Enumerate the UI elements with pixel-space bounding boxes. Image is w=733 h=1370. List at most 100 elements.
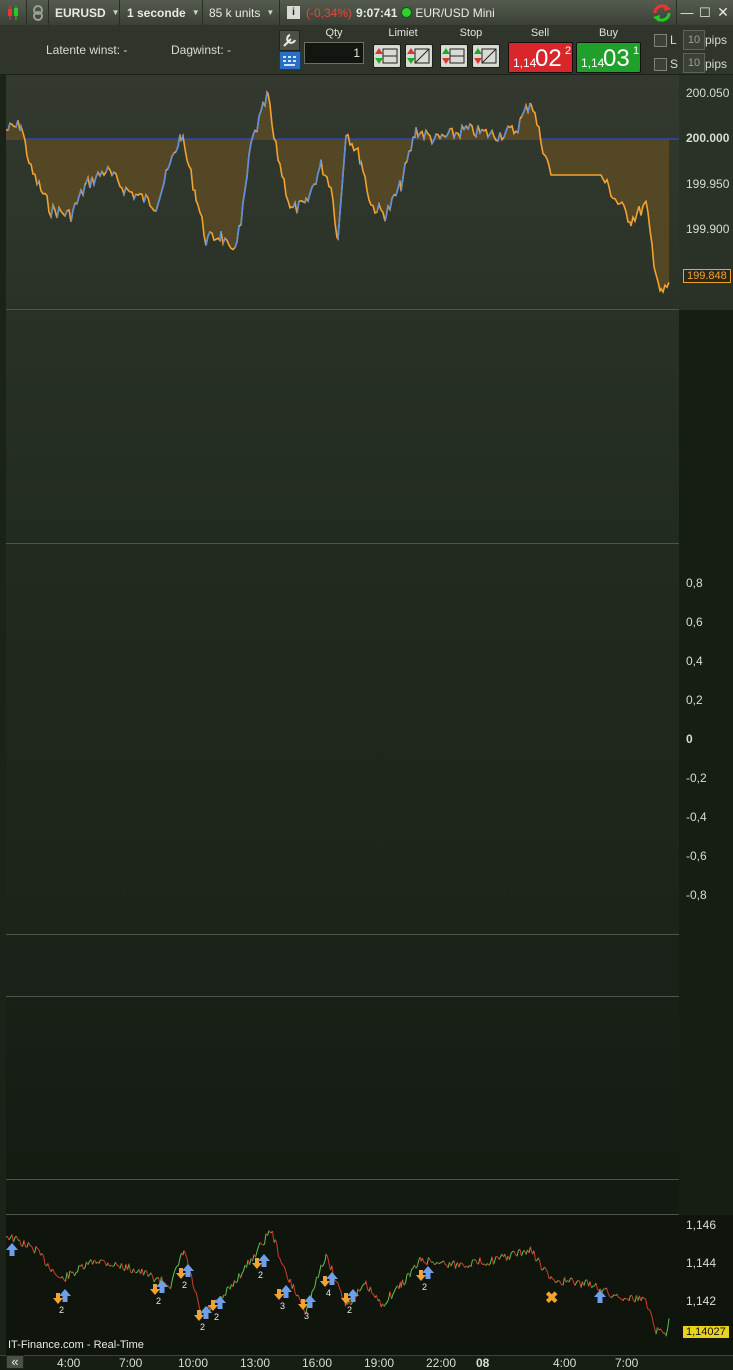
sell-label: Sell xyxy=(530,27,550,39)
close-icon: ✕ xyxy=(717,4,729,20)
refresh-button[interactable] xyxy=(647,0,677,25)
price-line-down xyxy=(7,1230,667,1337)
buy-button[interactable]: 1,14 03 1 xyxy=(576,42,641,73)
signal-count: 2 xyxy=(59,1305,64,1315)
limit-label: Limiet xyxy=(388,27,418,39)
sell-price-fraction: 2 xyxy=(565,45,572,57)
limit-buy-button[interactable] xyxy=(373,44,401,68)
x-tick: 7:00 xyxy=(119,1356,143,1370)
long-pips-input[interactable]: 10 xyxy=(683,30,705,50)
indicator-pane-1-plot xyxy=(6,90,679,294)
signal-count: 2 xyxy=(422,1282,427,1292)
chevron-down-icon: ▼ xyxy=(111,8,120,17)
long-label: L xyxy=(670,33,677,47)
limit-order-icon xyxy=(375,48,398,64)
indicator-pane-6-axis[interactable] xyxy=(679,1180,733,1215)
buy-price-fraction: 1 xyxy=(633,45,640,57)
close-button[interactable]: ✕ xyxy=(714,0,732,25)
info-icon[interactable]: i xyxy=(287,6,300,19)
x-tick: 19:00 xyxy=(364,1356,395,1370)
signal-count: 2 xyxy=(156,1296,161,1306)
price-ytick: 1,142 xyxy=(686,1294,717,1308)
qty-input[interactable] xyxy=(304,42,364,64)
instrument-info: i (-0,34%) 9:07:41 EUR/USD Mini xyxy=(280,0,647,25)
symbol-label: EURUSD xyxy=(55,5,106,20)
signal-count: 2 xyxy=(347,1305,352,1315)
top-toolbar: EURUSD ▼ 1 seconde ▼ 85 k units ▼ i (-0,34%… xyxy=(0,0,733,26)
units-selector[interactable]: 85 k units ▼ xyxy=(203,0,280,25)
instrument-name: EUR/USD Mini xyxy=(415,5,495,20)
close-signal-icon: ✖ xyxy=(545,1290,558,1307)
price-pane-plot: 22222233422✖ xyxy=(6,1230,670,1337)
stop-order-icon xyxy=(474,48,497,64)
sell-price-prefix: 1,14 xyxy=(513,56,537,70)
pane3-ytick: 0,2 xyxy=(686,693,703,707)
price-last-value: 1,14027 xyxy=(683,1326,729,1338)
pane3-ytick: -0,4 xyxy=(686,810,707,824)
stop-sell-button[interactable] xyxy=(472,44,500,68)
x-tick: 10:00 xyxy=(178,1356,209,1370)
limit-sell-button[interactable] xyxy=(405,44,433,68)
sell-price-pips: 02 xyxy=(535,45,562,72)
buy-signal-arrow-icon xyxy=(6,1243,18,1256)
pane1-ytick: 200.050 xyxy=(686,86,730,100)
deviation-area xyxy=(6,92,669,292)
indicator-pane-4-axis[interactable] xyxy=(679,935,733,997)
signal-count: 3 xyxy=(304,1311,309,1321)
x-tick: 4:00 xyxy=(57,1356,81,1370)
keypad-button[interactable] xyxy=(279,51,301,70)
sell-button[interactable]: 1,14 02 2 xyxy=(508,42,573,73)
indicator-pane-2-axis[interactable] xyxy=(679,310,733,544)
indicator-pane-5-axis[interactable] xyxy=(679,997,733,1180)
x-tick: 4:00 xyxy=(553,1356,577,1370)
chart-type-button[interactable] xyxy=(0,0,27,25)
stop-order-icon xyxy=(442,48,465,64)
short-checkbox[interactable] xyxy=(654,58,667,71)
signal-count: 2 xyxy=(182,1280,187,1290)
pane3-ytick: 0,4 xyxy=(686,654,703,668)
scroll-left-button[interactable]: « xyxy=(6,1355,24,1369)
maximize-button[interactable]: ☐ xyxy=(696,0,714,25)
price-ytick: 1,146 xyxy=(686,1218,717,1232)
price-ytick: 1,144 xyxy=(686,1256,717,1270)
symbol-selector[interactable]: EURUSD ▼ xyxy=(49,0,120,25)
change-percent: (-0,34%) xyxy=(306,5,353,20)
keypad-icon xyxy=(283,56,296,66)
buy-signal-arrow-icon xyxy=(594,1290,606,1303)
signal-count: 3 xyxy=(280,1301,285,1311)
short-pips-input[interactable]: 10 xyxy=(683,53,705,73)
latent-profit-label: Latente winst: xyxy=(46,43,121,57)
long-checkbox[interactable] xyxy=(654,34,667,47)
link-button[interactable] xyxy=(27,0,49,25)
buy-label: Buy xyxy=(599,27,618,39)
price-line-up xyxy=(6,1230,670,1337)
timeframe-label: 1 seconde xyxy=(127,5,186,20)
indicator-pane-2[interactable] xyxy=(6,310,679,544)
timeframe-selector[interactable]: 1 seconde ▼ xyxy=(120,0,203,25)
qty-label: Qty xyxy=(325,27,343,39)
buy-price-prefix: 1,14 xyxy=(581,56,605,70)
pane3-ytick: -0,6 xyxy=(686,849,707,863)
day-profit-value: - xyxy=(227,43,232,57)
signal-count: 2 xyxy=(200,1322,205,1332)
settings-button[interactable] xyxy=(279,30,300,51)
indicator-pane-3[interactable] xyxy=(6,544,679,935)
candlestick-icon xyxy=(8,5,18,20)
short-label: S xyxy=(670,57,679,71)
stop-buy-button[interactable] xyxy=(440,44,468,68)
pane1-ytick: 200.000 xyxy=(686,131,730,145)
pane3-ytick: -0,2 xyxy=(686,771,707,785)
link-icon xyxy=(32,4,43,21)
pane1-ytick: 199.950 xyxy=(686,177,730,191)
x-tick: 16:00 xyxy=(302,1356,333,1370)
signal-count: 2 xyxy=(214,1312,219,1322)
x-tick: 13:00 xyxy=(240,1356,271,1370)
indicator-pane-4[interactable] xyxy=(6,935,679,997)
chevron-down-icon: ▼ xyxy=(266,8,275,17)
chevron-down-icon: ▼ xyxy=(191,8,200,17)
buy-price-pips: 03 xyxy=(603,45,630,72)
indicator-pane-6[interactable] xyxy=(6,1180,679,1215)
refresh-icon xyxy=(652,3,671,22)
indicator-pane-5[interactable] xyxy=(6,997,679,1180)
minimize-button[interactable]: — xyxy=(678,0,696,25)
